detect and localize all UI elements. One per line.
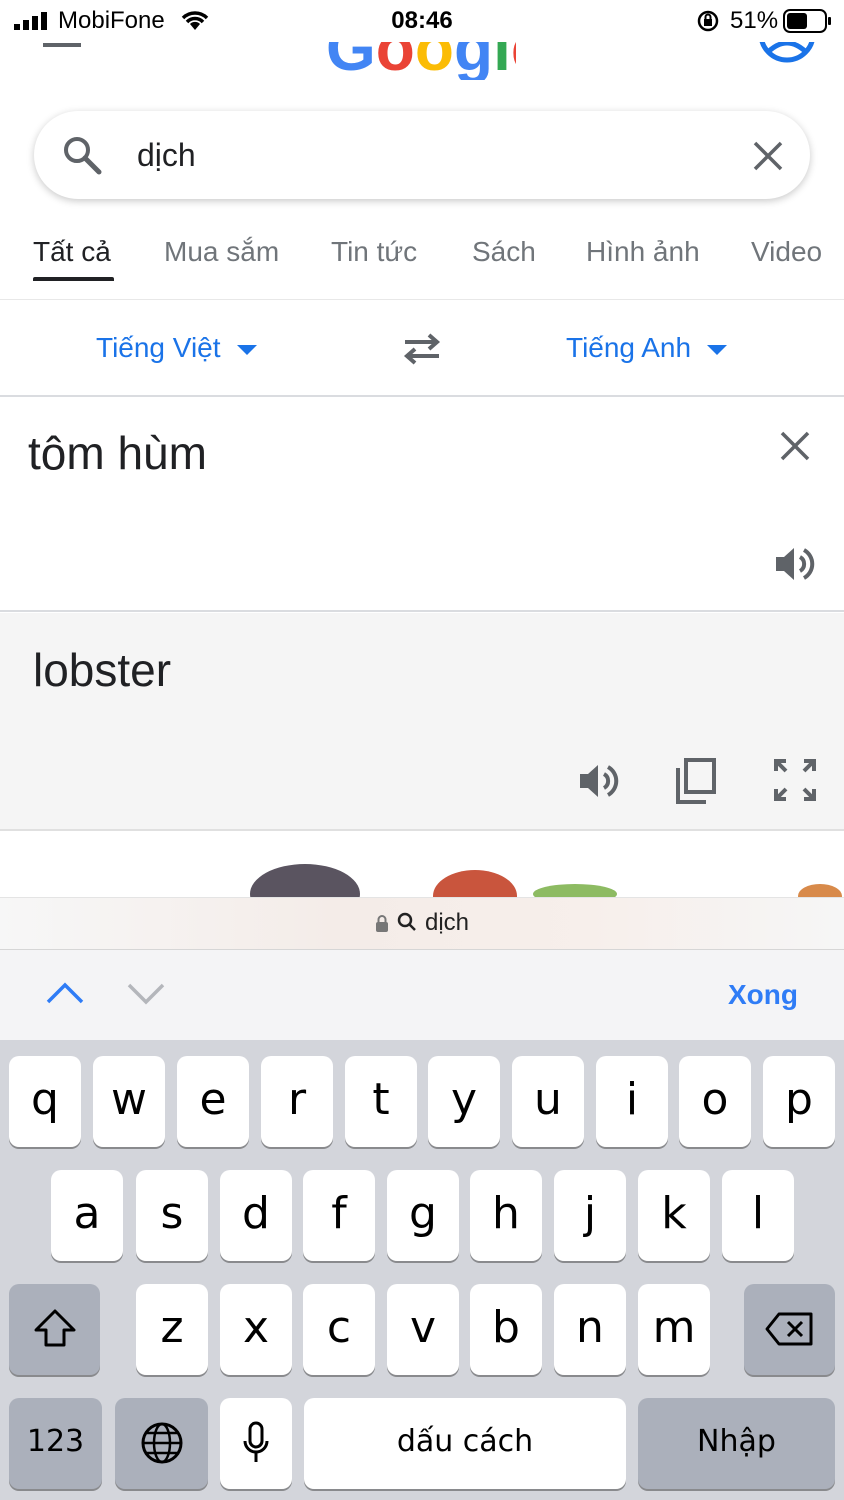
- chevron-down-icon[interactable]: [126, 982, 166, 1006]
- globe-icon: [141, 1422, 182, 1464]
- source-text-input[interactable]: tôm hùm: [28, 426, 207, 480]
- copy-icon[interactable]: [676, 758, 716, 804]
- address-text: dịch: [424, 909, 470, 936]
- key-r[interactable]: r: [261, 1056, 333, 1147]
- key-t[interactable]: t: [345, 1056, 417, 1147]
- key-o[interactable]: o: [679, 1056, 751, 1147]
- key-z[interactable]: z: [136, 1284, 208, 1375]
- speaker-icon[interactable]: [578, 761, 622, 801]
- key-e[interactable]: e: [177, 1056, 249, 1147]
- svg-text:Google: Google: [326, 42, 516, 80]
- key-s[interactable]: s: [136, 1170, 208, 1261]
- key-a[interactable]: a: [51, 1170, 123, 1261]
- key-h[interactable]: h: [470, 1170, 542, 1261]
- google-header: Google: [0, 42, 844, 92]
- key-q[interactable]: q: [9, 1056, 81, 1147]
- tab-news[interactable]: Tin tức: [331, 236, 417, 268]
- done-button[interactable]: Xong: [728, 979, 798, 1011]
- backspace-icon: [765, 1312, 812, 1346]
- key-j[interactable]: j: [554, 1170, 626, 1261]
- battery-icon: [783, 9, 831, 33]
- key-x[interactable]: x: [220, 1284, 292, 1375]
- key-n[interactable]: n: [554, 1284, 626, 1375]
- lock-icon: [375, 915, 388, 932]
- key-p[interactable]: p: [763, 1056, 835, 1147]
- space-key[interactable]: dấu cách: [304, 1398, 626, 1489]
- google-logo: Google: [326, 42, 516, 80]
- keyboard: q w e r t y u i o p a s d f g h j k l z …: [0, 1040, 844, 1500]
- chevron-down-icon: [236, 344, 257, 355]
- key-l[interactable]: l: [722, 1170, 794, 1261]
- swap-languages-icon[interactable]: [401, 332, 443, 366]
- key-y[interactable]: y: [428, 1056, 500, 1147]
- keyboard-accessory-bar: Xong: [0, 950, 844, 1040]
- key-d[interactable]: d: [220, 1170, 292, 1261]
- key-v[interactable]: v: [387, 1284, 459, 1375]
- target-language-label: Tiếng Anh: [566, 332, 692, 363]
- rotation-lock-icon: [697, 10, 719, 32]
- active-tab-indicator: [33, 277, 114, 281]
- account-avatar-icon[interactable]: [758, 42, 816, 68]
- tab-all[interactable]: Tất cả: [33, 236, 111, 268]
- dictation-key[interactable]: [220, 1398, 292, 1489]
- target-language-dropdown[interactable]: Tiếng Anh: [566, 332, 728, 364]
- tab-videos[interactable]: Video: [751, 236, 822, 268]
- fullscreen-icon[interactable]: [774, 759, 816, 801]
- key-c[interactable]: c: [303, 1284, 375, 1375]
- return-key[interactable]: Nhập: [638, 1398, 835, 1489]
- source-text-panel: tôm hùm: [0, 398, 844, 612]
- chevron-up-icon[interactable]: [45, 980, 85, 1004]
- key-f[interactable]: f: [303, 1170, 375, 1261]
- source-language-dropdown[interactable]: Tiếng Việt: [96, 332, 257, 364]
- translated-text: lobster: [33, 644, 172, 696]
- shift-icon: [34, 1309, 75, 1347]
- language-selector-bar: Tiếng Việt Tiếng Anh: [0, 302, 844, 397]
- tab-books[interactable]: Sách: [472, 236, 536, 268]
- shift-key[interactable]: [9, 1284, 100, 1375]
- menu-icon[interactable]: [43, 42, 81, 58]
- tab-images[interactable]: Hình ảnh: [586, 236, 700, 268]
- key-k[interactable]: k: [638, 1170, 710, 1261]
- clear-search-icon[interactable]: [752, 140, 784, 172]
- key-b[interactable]: b: [470, 1284, 542, 1375]
- backspace-key[interactable]: [744, 1284, 835, 1375]
- search-bar[interactable]: dịch: [34, 111, 810, 199]
- globe-key[interactable]: [115, 1398, 208, 1489]
- search-input[interactable]: dịch: [137, 137, 196, 174]
- numbers-key[interactable]: 123: [9, 1398, 102, 1489]
- image-results-strip[interactable]: [0, 832, 844, 898]
- search-icon: [64, 137, 102, 175]
- battery-percent: 51%: [730, 7, 779, 34]
- translation-panel: lobster: [0, 613, 844, 831]
- key-u[interactable]: u: [512, 1056, 584, 1147]
- search-tabs: Tất cả Mua sắm Tin tức Sách Hình ảnh Vid…: [0, 220, 844, 300]
- key-w[interactable]: w: [93, 1056, 165, 1147]
- browser-address-bar[interactable]: dịch: [0, 897, 844, 950]
- chevron-down-icon: [707, 344, 728, 355]
- microphone-icon: [243, 1421, 269, 1462]
- source-language-label: Tiếng Việt: [96, 332, 221, 363]
- clear-text-icon[interactable]: [779, 430, 811, 462]
- speaker-icon[interactable]: [774, 544, 818, 584]
- tab-shopping[interactable]: Mua sắm: [164, 236, 279, 268]
- lobster-images: [250, 864, 842, 898]
- status-bar: MobiFone 08:46 51%: [0, 0, 844, 42]
- key-g[interactable]: g: [387, 1170, 459, 1261]
- key-i[interactable]: i: [596, 1056, 668, 1147]
- key-m[interactable]: m: [638, 1284, 710, 1375]
- search-icon: [397, 912, 416, 931]
